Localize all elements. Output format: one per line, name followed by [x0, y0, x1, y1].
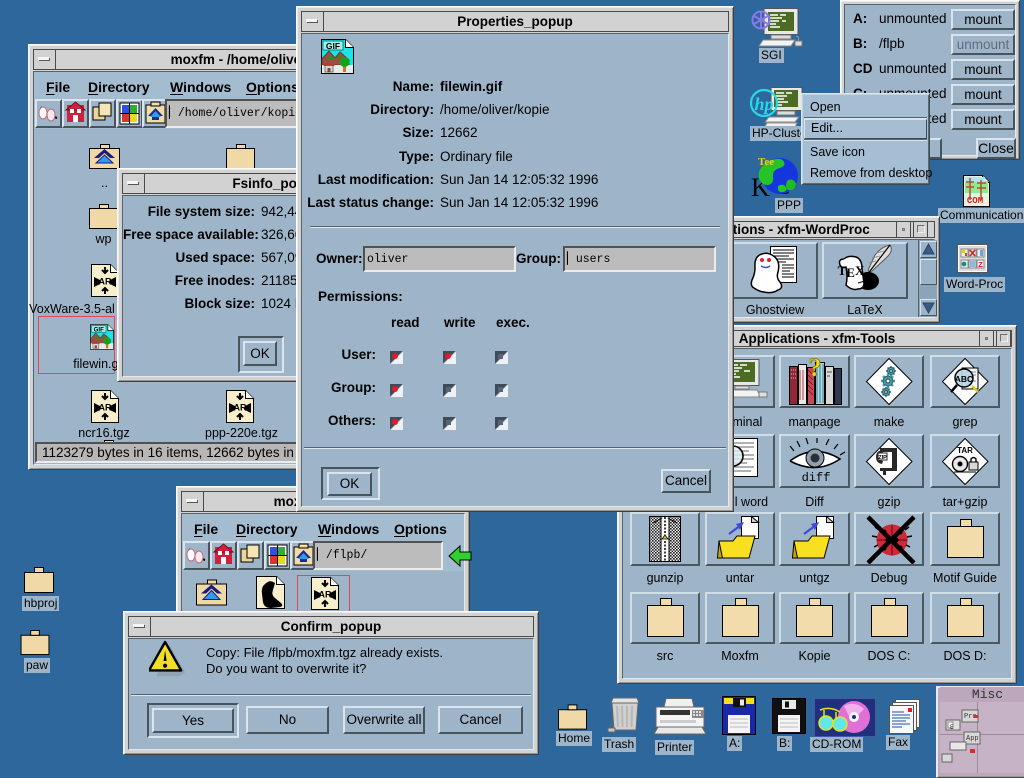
svg-text:?: ?: [809, 357, 822, 382]
svg-text:ABC: ABC: [955, 374, 973, 384]
svg-text:Z: Z: [978, 260, 983, 269]
svg-text:E: E: [950, 724, 954, 731]
svg-text:hp: hp: [754, 94, 773, 114]
svg-text:diff: diff: [802, 471, 831, 485]
svg-text:App: App: [966, 735, 979, 743]
svg-text:Tee: Tee: [758, 156, 774, 168]
svg-text:TAR: TAR: [957, 446, 973, 455]
svg-text:ZIP: ZIP: [878, 455, 887, 461]
svg-text:TEX: TEX: [838, 263, 865, 280]
svg-text:COM: COM: [967, 196, 983, 206]
